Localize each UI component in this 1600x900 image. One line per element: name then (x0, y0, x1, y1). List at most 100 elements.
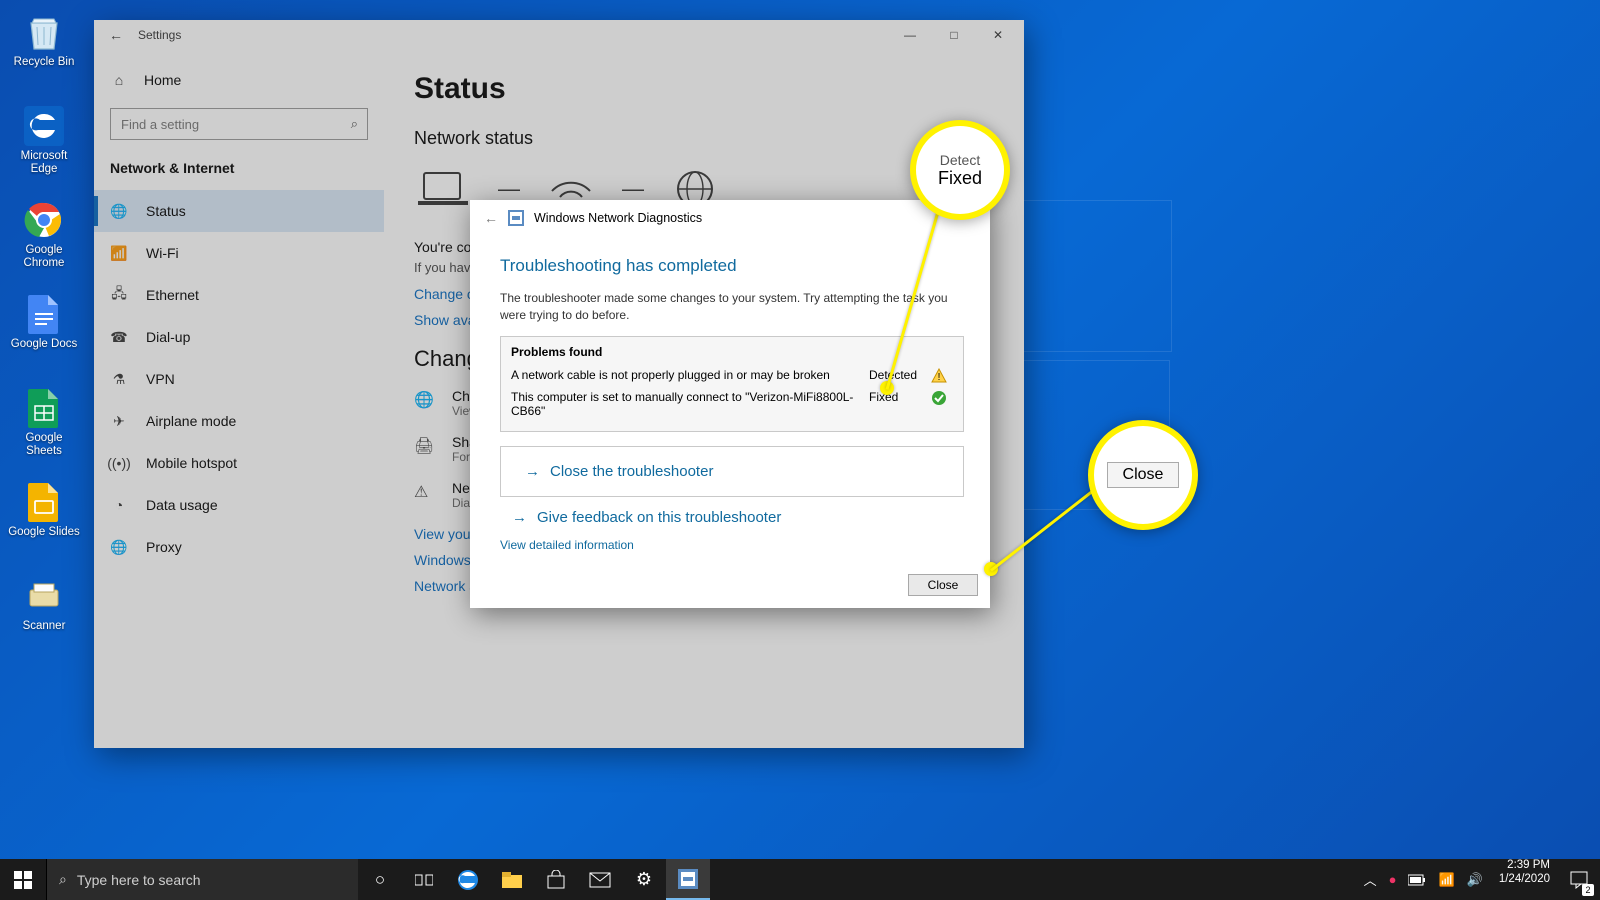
nav-proxy[interactable]: 🌐Proxy (94, 526, 384, 568)
svg-text:!: ! (938, 372, 941, 383)
desktop-icon-label: Google Sheets (6, 432, 82, 458)
view-detailed-info-link[interactable]: View detailed information (500, 532, 964, 552)
page-title: Status (414, 72, 994, 106)
status-icon: 🌐 (110, 203, 128, 220)
dialog-title: Troubleshooting has completed (500, 256, 964, 276)
arrow-right-icon: → (525, 463, 540, 480)
settings-search-input[interactable] (110, 108, 368, 140)
troubleshooter-dialog: ← Windows Network Diagnostics Troublesho… (470, 200, 990, 608)
search-icon: ⌕ (59, 871, 67, 888)
desktop-icon-edge[interactable]: Microsoft Edge (6, 100, 82, 182)
dialog-back-button[interactable]: ← (484, 210, 498, 226)
callout-main-text: Fixed (938, 168, 982, 189)
wifi-icon: 📶 (110, 245, 128, 262)
tray-chevron-up-icon[interactable]: ︿ (1364, 870, 1377, 889)
give-feedback-action[interactable]: → Give feedback on this troubleshooter (500, 503, 964, 532)
nav-vpn[interactable]: ⚗VPN (94, 358, 384, 400)
search-icon: ⌕ (351, 116, 358, 132)
google-sheets-icon (22, 386, 66, 430)
nav-wifi[interactable]: 📶 Wi-Fi (94, 232, 384, 274)
laptop-icon (414, 167, 472, 211)
taskbar-mail[interactable] (578, 859, 622, 900)
tray-security-icon[interactable]: ● (1389, 872, 1397, 887)
desktop-icon-scanner[interactable]: Scanner (6, 570, 82, 652)
tray-volume-icon[interactable]: 🔊 (1467, 872, 1483, 888)
notification-badge: 2 (1582, 884, 1594, 896)
taskbar-edge[interactable] (446, 859, 490, 900)
check-icon (931, 390, 953, 406)
task-view-button[interactable] (402, 859, 446, 900)
callout-close: Close (1088, 420, 1198, 530)
share-icon: 🖨 (414, 434, 438, 464)
nav-label: Wi-Fi (146, 245, 179, 261)
problem-status: Fixed (869, 390, 931, 404)
airplane-icon: ✈ (110, 413, 128, 430)
titlebar: ← Settings — □ ✕ (94, 20, 1024, 50)
back-button[interactable]: ← (98, 27, 134, 43)
nav-hotspot[interactable]: ((•))Mobile hotspot (94, 442, 384, 484)
nav-label: Ethernet (146, 287, 199, 303)
home-label: Home (144, 72, 181, 88)
dash-icon: — (498, 176, 520, 202)
settings-sidebar: ⌂ Home ⌕ Network & Internet 🌐Status 📶 Wi-… (94, 50, 384, 748)
minimize-button[interactable]: — (888, 21, 932, 49)
nav-label: Data usage (146, 497, 218, 513)
dash-icon: — (622, 176, 644, 202)
close-window-button[interactable]: ✕ (976, 21, 1020, 49)
settings-category: Network & Internet (94, 154, 384, 190)
maximize-button[interactable]: □ (932, 21, 976, 49)
taskbar-search[interactable]: ⌕ Type here to search (46, 859, 358, 900)
desktop-icon-slides[interactable]: Google Slides (6, 476, 82, 558)
datausage-icon: ◔ (110, 497, 128, 513)
dialog-app-name: Windows Network Diagnostics (534, 211, 702, 225)
dialog-close-button[interactable]: Close (908, 574, 978, 596)
system-tray[interactable]: ︿ ● 📶 🔊 (1356, 859, 1491, 900)
chrome-icon (22, 198, 66, 242)
action-label: Give feedback on this troubleshooter (537, 509, 781, 526)
desktop-icon-sheets[interactable]: Google Sheets (6, 382, 82, 464)
nav-airplane[interactable]: ✈ Airplane mode (94, 400, 384, 442)
dialog-subtitle: The troubleshooter made some changes to … (500, 290, 964, 324)
action-center-button[interactable]: 2 (1558, 859, 1600, 900)
taskbar-diagnostics[interactable] (666, 859, 710, 900)
google-slides-icon (22, 480, 66, 524)
recycle-bin-icon (22, 10, 66, 54)
desktop-icon-chrome[interactable]: Google Chrome (6, 194, 82, 276)
scanner-icon (22, 574, 66, 618)
problem-text: This computer is set to manually connect… (511, 390, 869, 418)
cortana-button[interactable]: ○ (358, 859, 402, 900)
problems-found-box: Problems found A network cable is not pr… (500, 336, 964, 432)
diagnostics-icon (508, 210, 524, 226)
tray-wifi-icon[interactable]: 📶 (1438, 872, 1454, 888)
nav-status[interactable]: 🌐Status (94, 190, 384, 232)
nav-datausage[interactable]: ◔ Data usage (94, 484, 384, 526)
arrow-right-icon: → (512, 509, 527, 526)
taskbar-file-explorer[interactable] (490, 859, 534, 900)
tray-battery-icon[interactable] (1408, 874, 1426, 886)
nav-label: Airplane mode (146, 413, 236, 429)
desktop-icon-docs[interactable]: Google Docs (6, 288, 82, 370)
problem-text: A network cable is not properly plugged … (511, 368, 869, 382)
taskbar-clock[interactable]: 2:39 PM 1/24/2020 (1491, 859, 1558, 900)
warning-triangle-icon: ⚠ (414, 480, 438, 510)
hotspot-icon: ((•)) (110, 455, 128, 471)
taskbar-store[interactable] (534, 859, 578, 900)
section-network-status: Network status (414, 128, 994, 149)
close-troubleshooter-action[interactable]: →Close the troubleshooter (500, 446, 964, 497)
nav-label: Dial-up (146, 329, 190, 345)
desktop-icon-recycle-bin[interactable]: Recycle Bin (6, 6, 82, 88)
clock-date: 1/24/2020 (1499, 873, 1550, 887)
callout-fixed: Detect Fixed (910, 120, 1010, 220)
start-button[interactable] (0, 859, 46, 900)
home-nav[interactable]: ⌂ Home (94, 60, 384, 100)
desktop-icons: Recycle Bin Microsoft Edge Google Chrome… (6, 6, 86, 664)
taskbar-settings[interactable]: ⚙ (622, 859, 666, 900)
desktop-icon-label: Scanner (23, 620, 66, 633)
nav-ethernet[interactable]: 🖧Ethernet (94, 274, 384, 316)
window-title: Settings (134, 28, 181, 42)
warning-icon: ! (931, 368, 953, 384)
taskbar-search-placeholder: Type here to search (77, 872, 201, 888)
nav-label: VPN (146, 371, 175, 387)
problems-found-header: Problems found (511, 345, 953, 359)
nav-dialup[interactable]: ☎Dial-up (94, 316, 384, 358)
